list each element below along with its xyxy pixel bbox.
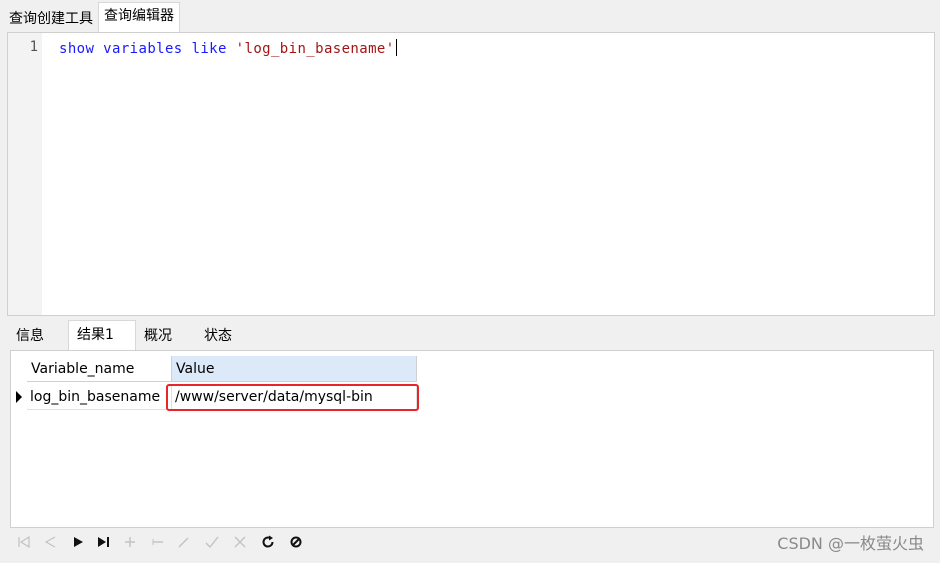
watermark-text: CSDN @一枚萤火虫 [777, 534, 924, 553]
query-window: 查询创建工具 查询编辑器 1 show variables like 'log_… [0, 0, 940, 563]
tab-profile[interactable]: 概况 [136, 320, 196, 350]
tab-result-1[interactable]: 结果1 [68, 320, 136, 351]
code-line[interactable]: show variables like 'log_bin_basename' [59, 39, 397, 57]
current-row-arrow-icon [13, 385, 25, 409]
first-record-icon[interactable] [16, 534, 32, 550]
result-tab-bar: 信息 结果1 概况 状态 [8, 320, 256, 351]
refresh-icon[interactable] [260, 534, 276, 550]
apply-icon[interactable] [204, 534, 220, 550]
text-caret [395, 39, 397, 56]
sql-keyword-like: like [191, 41, 227, 57]
next-record-icon[interactable] [70, 534, 86, 550]
sql-editor[interactable]: 1 show variables like 'log_bin_basename' [7, 32, 935, 316]
sql-keyword-variables: variables [103, 41, 183, 57]
grid-header-row: Variable_name Value [27, 356, 417, 382]
line-number: 1 [29, 39, 38, 55]
delete-record-icon[interactable] [150, 534, 166, 550]
column-header-variable-name[interactable]: Variable_name [27, 356, 172, 382]
tab-query-editor[interactable]: 查询编辑器 [98, 2, 180, 32]
highlight-annotation [166, 384, 419, 411]
prev-record-icon[interactable] [42, 534, 58, 550]
last-record-icon[interactable] [96, 534, 112, 550]
sql-string-literal: 'log_bin_basename' [235, 41, 395, 57]
tab-status[interactable]: 状态 [196, 320, 256, 350]
result-grid[interactable]: Variable_name Value log_bin_basename /ww… [10, 350, 934, 528]
line-gutter: 1 [8, 33, 42, 315]
tab-query-builder[interactable]: 查询创建工具 [4, 6, 98, 32]
cancel-icon[interactable] [232, 534, 248, 550]
add-record-icon[interactable] [122, 534, 138, 550]
edit-record-icon[interactable] [176, 534, 192, 550]
column-header-value[interactable]: Value [172, 356, 417, 382]
cell-variable-name[interactable]: log_bin_basename [27, 384, 172, 410]
stop-icon[interactable] [288, 534, 304, 550]
tab-info[interactable]: 信息 [8, 320, 68, 350]
top-tab-bar: 查询创建工具 查询编辑器 [4, 2, 180, 32]
sql-keyword-show: show [59, 41, 95, 57]
